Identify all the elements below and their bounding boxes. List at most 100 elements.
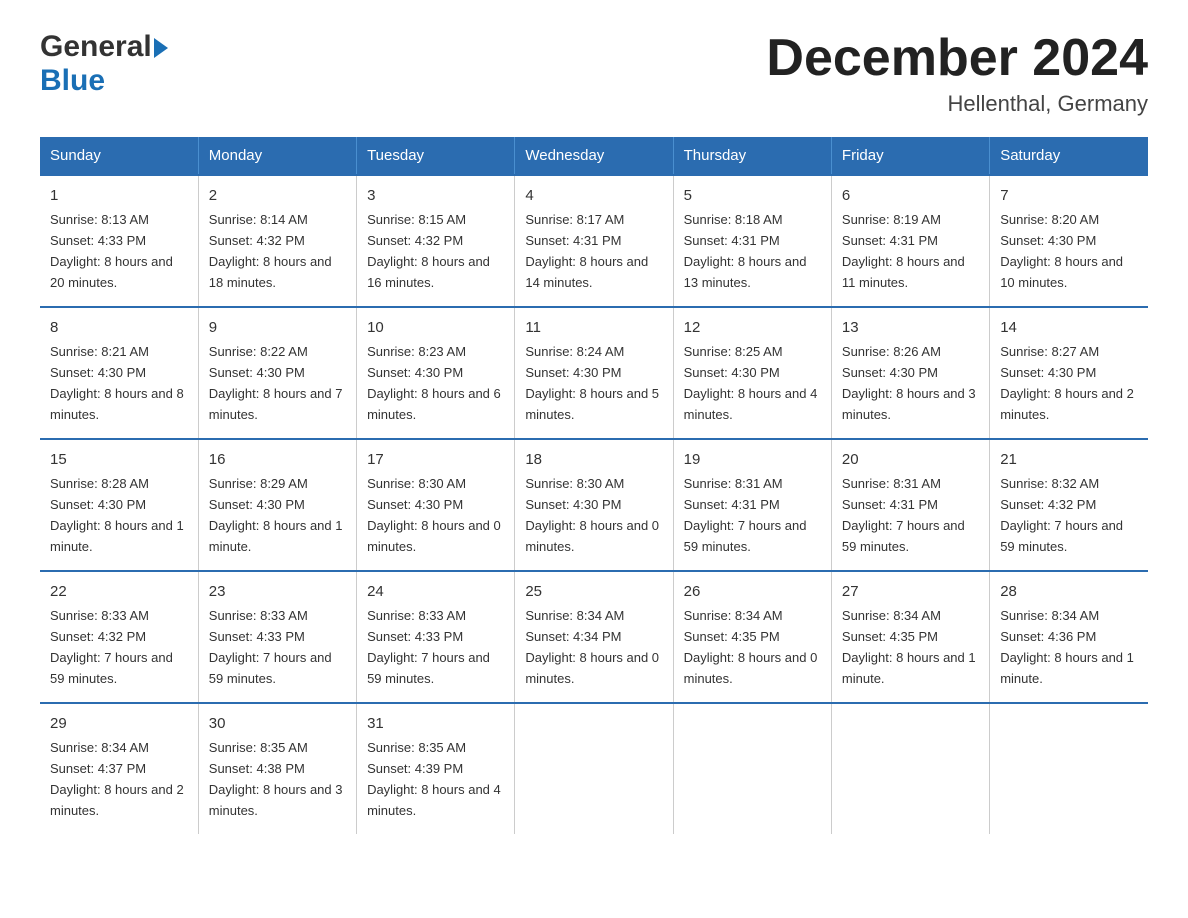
logo-general-text: General bbox=[40, 30, 152, 64]
day-number: 4 bbox=[525, 184, 662, 207]
day-info: Sunrise: 8:30 AMSunset: 4:30 PMDaylight:… bbox=[367, 476, 501, 554]
day-info: Sunrise: 8:32 AMSunset: 4:32 PMDaylight:… bbox=[1000, 476, 1123, 554]
calendar-cell: 16 Sunrise: 8:29 AMSunset: 4:30 PMDaylig… bbox=[198, 439, 356, 571]
calendar-cell bbox=[831, 703, 989, 834]
day-info: Sunrise: 8:34 AMSunset: 4:35 PMDaylight:… bbox=[842, 608, 976, 686]
calendar-cell: 29 Sunrise: 8:34 AMSunset: 4:37 PMDaylig… bbox=[40, 703, 198, 834]
day-number: 29 bbox=[50, 712, 188, 735]
day-info: Sunrise: 8:33 AMSunset: 4:32 PMDaylight:… bbox=[50, 608, 173, 686]
day-info: Sunrise: 8:31 AMSunset: 4:31 PMDaylight:… bbox=[684, 476, 807, 554]
logo: General Blue bbox=[40, 30, 168, 98]
day-info: Sunrise: 8:23 AMSunset: 4:30 PMDaylight:… bbox=[367, 344, 501, 422]
day-number: 2 bbox=[209, 184, 346, 207]
page-subtitle: Hellenthal, Germany bbox=[766, 91, 1148, 117]
calendar-cell: 8 Sunrise: 8:21 AMSunset: 4:30 PMDayligh… bbox=[40, 307, 198, 439]
calendar-week-row: 29 Sunrise: 8:34 AMSunset: 4:37 PMDaylig… bbox=[40, 703, 1148, 834]
day-info: Sunrise: 8:33 AMSunset: 4:33 PMDaylight:… bbox=[209, 608, 332, 686]
day-info: Sunrise: 8:17 AMSunset: 4:31 PMDaylight:… bbox=[525, 212, 648, 290]
day-info: Sunrise: 8:30 AMSunset: 4:30 PMDaylight:… bbox=[525, 476, 659, 554]
day-info: Sunrise: 8:15 AMSunset: 4:32 PMDaylight:… bbox=[367, 212, 490, 290]
calendar-cell: 14 Sunrise: 8:27 AMSunset: 4:30 PMDaylig… bbox=[990, 307, 1148, 439]
day-info: Sunrise: 8:18 AMSunset: 4:31 PMDaylight:… bbox=[684, 212, 807, 290]
calendar-cell: 9 Sunrise: 8:22 AMSunset: 4:30 PMDayligh… bbox=[198, 307, 356, 439]
calendar-body: 1 Sunrise: 8:13 AMSunset: 4:33 PMDayligh… bbox=[40, 175, 1148, 834]
calendar-week-row: 8 Sunrise: 8:21 AMSunset: 4:30 PMDayligh… bbox=[40, 307, 1148, 439]
day-info: Sunrise: 8:25 AMSunset: 4:30 PMDaylight:… bbox=[684, 344, 818, 422]
day-info: Sunrise: 8:34 AMSunset: 4:34 PMDaylight:… bbox=[525, 608, 659, 686]
calendar-cell: 12 Sunrise: 8:25 AMSunset: 4:30 PMDaylig… bbox=[673, 307, 831, 439]
calendar-cell: 27 Sunrise: 8:34 AMSunset: 4:35 PMDaylig… bbox=[831, 571, 989, 703]
day-info: Sunrise: 8:31 AMSunset: 4:31 PMDaylight:… bbox=[842, 476, 965, 554]
day-number: 27 bbox=[842, 580, 979, 603]
calendar-cell: 4 Sunrise: 8:17 AMSunset: 4:31 PMDayligh… bbox=[515, 175, 673, 307]
day-info: Sunrise: 8:13 AMSunset: 4:33 PMDaylight:… bbox=[50, 212, 173, 290]
day-number: 10 bbox=[367, 316, 504, 339]
calendar-week-row: 1 Sunrise: 8:13 AMSunset: 4:33 PMDayligh… bbox=[40, 175, 1148, 307]
calendar-cell: 5 Sunrise: 8:18 AMSunset: 4:31 PMDayligh… bbox=[673, 175, 831, 307]
col-tuesday: Tuesday bbox=[357, 137, 515, 175]
day-number: 19 bbox=[684, 448, 821, 471]
calendar-cell: 23 Sunrise: 8:33 AMSunset: 4:33 PMDaylig… bbox=[198, 571, 356, 703]
page-title: December 2024 bbox=[766, 30, 1148, 87]
day-number: 11 bbox=[525, 316, 662, 339]
day-number: 25 bbox=[525, 580, 662, 603]
day-number: 15 bbox=[50, 448, 188, 471]
day-number: 5 bbox=[684, 184, 821, 207]
calendar-cell: 28 Sunrise: 8:34 AMSunset: 4:36 PMDaylig… bbox=[990, 571, 1148, 703]
calendar-cell: 10 Sunrise: 8:23 AMSunset: 4:30 PMDaylig… bbox=[357, 307, 515, 439]
day-info: Sunrise: 8:14 AMSunset: 4:32 PMDaylight:… bbox=[209, 212, 332, 290]
day-number: 12 bbox=[684, 316, 821, 339]
day-number: 26 bbox=[684, 580, 821, 603]
day-info: Sunrise: 8:34 AMSunset: 4:37 PMDaylight:… bbox=[50, 740, 184, 818]
logo-arrow-icon bbox=[154, 38, 168, 58]
calendar-cell: 1 Sunrise: 8:13 AMSunset: 4:33 PMDayligh… bbox=[40, 175, 198, 307]
day-info: Sunrise: 8:29 AMSunset: 4:30 PMDaylight:… bbox=[209, 476, 343, 554]
day-number: 16 bbox=[209, 448, 346, 471]
col-thursday: Thursday bbox=[673, 137, 831, 175]
header-row: Sunday Monday Tuesday Wednesday Thursday… bbox=[40, 137, 1148, 175]
calendar-table: Sunday Monday Tuesday Wednesday Thursday… bbox=[40, 137, 1148, 834]
calendar-cell: 18 Sunrise: 8:30 AMSunset: 4:30 PMDaylig… bbox=[515, 439, 673, 571]
day-number: 30 bbox=[209, 712, 346, 735]
calendar-cell: 6 Sunrise: 8:19 AMSunset: 4:31 PMDayligh… bbox=[831, 175, 989, 307]
day-number: 31 bbox=[367, 712, 504, 735]
calendar-cell: 24 Sunrise: 8:33 AMSunset: 4:33 PMDaylig… bbox=[357, 571, 515, 703]
calendar-cell: 22 Sunrise: 8:33 AMSunset: 4:32 PMDaylig… bbox=[40, 571, 198, 703]
calendar-header: Sunday Monday Tuesday Wednesday Thursday… bbox=[40, 137, 1148, 175]
calendar-cell: 21 Sunrise: 8:32 AMSunset: 4:32 PMDaylig… bbox=[990, 439, 1148, 571]
day-info: Sunrise: 8:22 AMSunset: 4:30 PMDaylight:… bbox=[209, 344, 343, 422]
day-info: Sunrise: 8:34 AMSunset: 4:36 PMDaylight:… bbox=[1000, 608, 1134, 686]
day-info: Sunrise: 8:26 AMSunset: 4:30 PMDaylight:… bbox=[842, 344, 976, 422]
day-number: 22 bbox=[50, 580, 188, 603]
day-info: Sunrise: 8:35 AMSunset: 4:39 PMDaylight:… bbox=[367, 740, 501, 818]
logo-blue-text: Blue bbox=[40, 64, 105, 97]
day-info: Sunrise: 8:33 AMSunset: 4:33 PMDaylight:… bbox=[367, 608, 490, 686]
calendar-cell: 31 Sunrise: 8:35 AMSunset: 4:39 PMDaylig… bbox=[357, 703, 515, 834]
col-monday: Monday bbox=[198, 137, 356, 175]
calendar-week-row: 15 Sunrise: 8:28 AMSunset: 4:30 PMDaylig… bbox=[40, 439, 1148, 571]
day-number: 1 bbox=[50, 184, 188, 207]
day-info: Sunrise: 8:27 AMSunset: 4:30 PMDaylight:… bbox=[1000, 344, 1134, 422]
calendar-week-row: 22 Sunrise: 8:33 AMSunset: 4:32 PMDaylig… bbox=[40, 571, 1148, 703]
day-info: Sunrise: 8:34 AMSunset: 4:35 PMDaylight:… bbox=[684, 608, 818, 686]
day-number: 21 bbox=[1000, 448, 1138, 471]
calendar-cell: 7 Sunrise: 8:20 AMSunset: 4:30 PMDayligh… bbox=[990, 175, 1148, 307]
day-info: Sunrise: 8:20 AMSunset: 4:30 PMDaylight:… bbox=[1000, 212, 1123, 290]
day-number: 20 bbox=[842, 448, 979, 471]
day-info: Sunrise: 8:19 AMSunset: 4:31 PMDaylight:… bbox=[842, 212, 965, 290]
day-number: 23 bbox=[209, 580, 346, 603]
calendar-cell: 20 Sunrise: 8:31 AMSunset: 4:31 PMDaylig… bbox=[831, 439, 989, 571]
day-number: 18 bbox=[525, 448, 662, 471]
day-info: Sunrise: 8:28 AMSunset: 4:30 PMDaylight:… bbox=[50, 476, 184, 554]
day-info: Sunrise: 8:35 AMSunset: 4:38 PMDaylight:… bbox=[209, 740, 343, 818]
day-number: 6 bbox=[842, 184, 979, 207]
day-info: Sunrise: 8:24 AMSunset: 4:30 PMDaylight:… bbox=[525, 344, 659, 422]
day-info: Sunrise: 8:21 AMSunset: 4:30 PMDaylight:… bbox=[50, 344, 184, 422]
calendar-cell bbox=[990, 703, 1148, 834]
calendar-cell: 19 Sunrise: 8:31 AMSunset: 4:31 PMDaylig… bbox=[673, 439, 831, 571]
col-friday: Friday bbox=[831, 137, 989, 175]
day-number: 3 bbox=[367, 184, 504, 207]
day-number: 8 bbox=[50, 316, 188, 339]
day-number: 28 bbox=[1000, 580, 1138, 603]
day-number: 13 bbox=[842, 316, 979, 339]
